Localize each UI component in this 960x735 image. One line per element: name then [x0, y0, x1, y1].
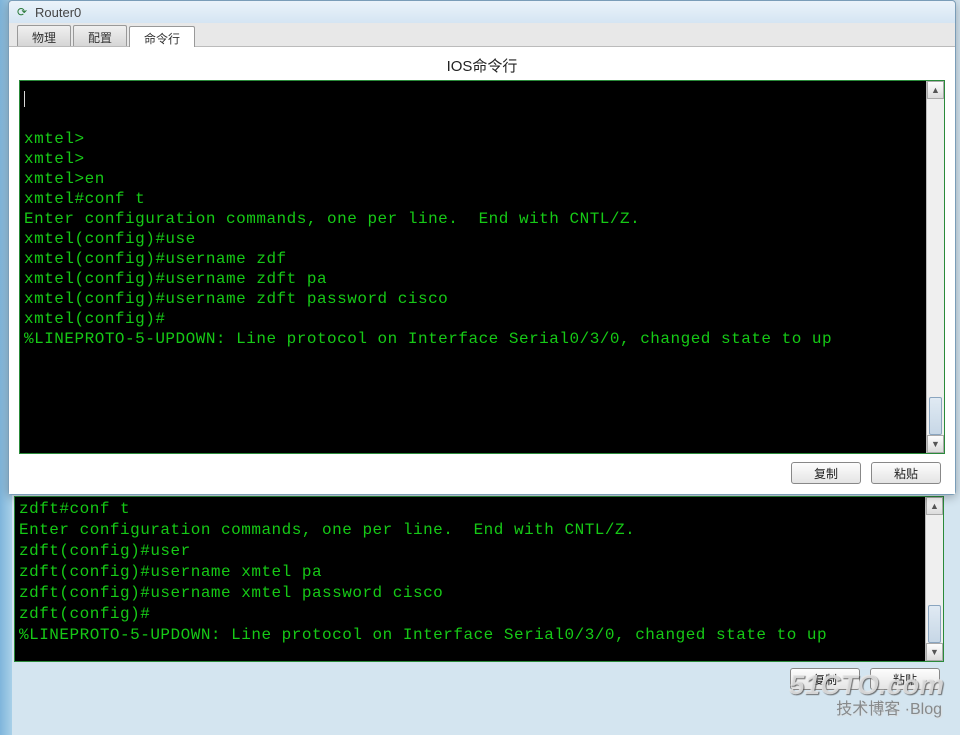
- tabstrip: 物理 配置 命令行: [9, 23, 955, 47]
- titlebar[interactable]: ⟳ Router0: [9, 1, 955, 23]
- scroll-thumb[interactable]: [929, 397, 942, 435]
- terminal-text: xmtel> xmtel> xmtel>en xmtel#conf t Ente…: [24, 130, 832, 348]
- terminal-scrollbar[interactable]: ▲ ▼: [926, 81, 944, 453]
- scroll-up-arrow-icon[interactable]: ▲: [926, 497, 943, 515]
- scroll-track[interactable]: [927, 99, 944, 435]
- scroll-down-arrow-icon[interactable]: ▼: [926, 643, 943, 661]
- scroll-thumb[interactable]: [928, 605, 941, 643]
- background-terminal-output[interactable]: zdft#conf t Enter configuration commands…: [15, 497, 943, 661]
- copy-button[interactable]: 复制: [791, 462, 861, 484]
- router-window: ⟳ Router0 物理 配置 命令行 IOS命令行 xmtel> xmtel>…: [8, 0, 956, 495]
- tab-cli[interactable]: 命令行: [129, 26, 195, 47]
- terminal-cursor-icon: [24, 91, 25, 107]
- terminal-output[interactable]: xmtel> xmtel> xmtel>en xmtel#conf t Ente…: [20, 81, 944, 453]
- paste-button[interactable]: 粘贴: [871, 462, 941, 484]
- tab-physical[interactable]: 物理: [17, 25, 71, 46]
- scroll-up-arrow-icon[interactable]: ▲: [927, 81, 944, 99]
- terminal-frame: xmtel> xmtel> xmtel>en xmtel#conf t Ente…: [19, 80, 945, 454]
- app-icon: ⟳: [17, 5, 31, 19]
- background-terminal-scrollbar[interactable]: ▲ ▼: [925, 497, 943, 661]
- background-paste-button[interactable]: 粘贴: [870, 668, 940, 690]
- scroll-track[interactable]: [926, 515, 943, 643]
- background-copy-button[interactable]: 复制: [790, 668, 860, 690]
- background-terminal-frame: zdft#conf t Enter configuration commands…: [14, 496, 944, 662]
- cli-panel: IOS命令行 xmtel> xmtel> xmtel>en xmtel#conf…: [9, 47, 955, 494]
- scroll-down-arrow-icon[interactable]: ▼: [927, 435, 944, 453]
- button-row: 复制 粘贴: [11, 458, 953, 492]
- background-button-row: 复制 粘贴: [14, 662, 944, 690]
- window-title: Router0: [35, 5, 81, 20]
- tab-config[interactable]: 配置: [73, 25, 127, 46]
- background-router-panel: zdft#conf t Enter configuration commands…: [14, 496, 944, 706]
- panel-heading: IOS命令行: [11, 49, 953, 80]
